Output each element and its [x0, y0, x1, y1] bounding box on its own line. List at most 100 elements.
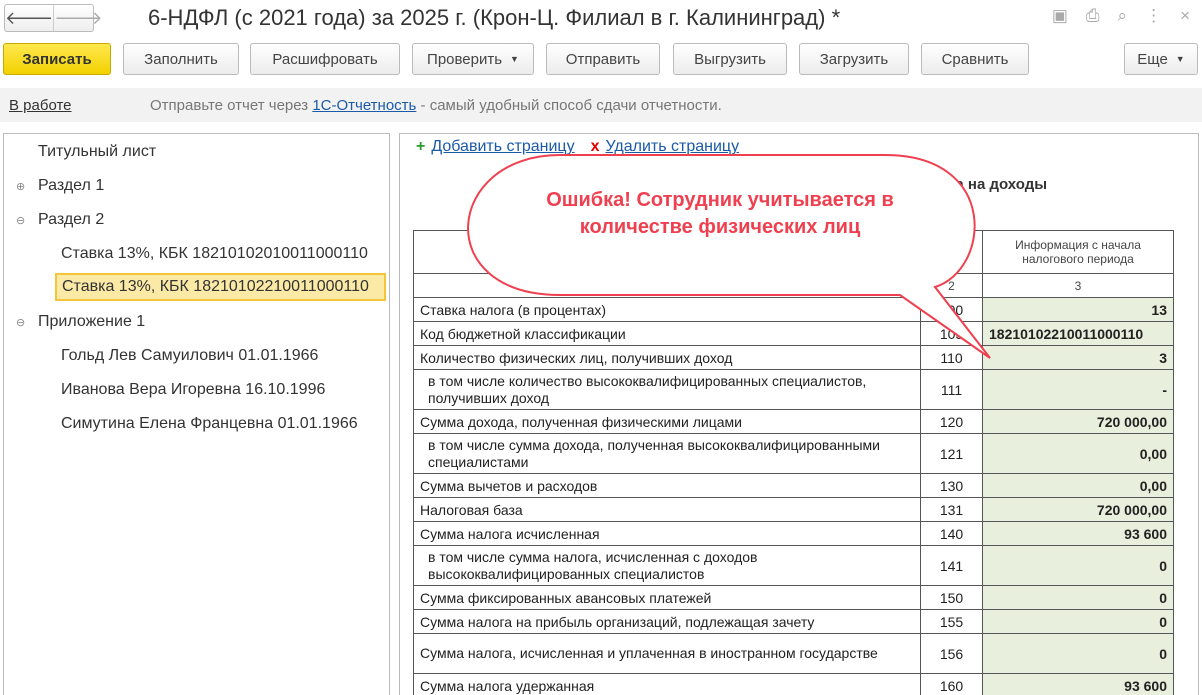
row-label: Ставка налога (в процентах): [413, 297, 921, 322]
row-value[interactable]: 93 600: [982, 673, 1174, 695]
close-icon[interactable]: ×: [1180, 6, 1190, 26]
tree-item-label: Ставка 13%, КБК 18210102210011000110: [62, 278, 369, 295]
dropdown-arrow-icon: ▼: [1175, 54, 1185, 64]
more-button[interactable]: Еще ▼: [1124, 43, 1198, 75]
column-numbers-row: 2 3: [413, 273, 1174, 298]
table-row: в том числе количество высококвалифициро…: [413, 369, 1174, 410]
page-links: + Добавить страницу x Удалить страницу: [416, 138, 739, 156]
row-code: 105: [920, 321, 983, 346]
tree-item[interactable]: Титульный лист: [4, 138, 389, 166]
row-value[interactable]: 720 000,00: [982, 497, 1174, 522]
row-code: 111: [920, 369, 983, 410]
row-value[interactable]: 13: [982, 297, 1174, 322]
tree-item[interactable]: ⊕ Раздел 1: [4, 172, 389, 200]
header-c3: Информация с начала налогового периода: [982, 230, 1174, 274]
row-code: 120: [920, 409, 983, 434]
row-code: 110: [920, 345, 983, 370]
table-row: Сумма налога на прибыль организаций, под…: [413, 609, 1174, 634]
msg-before: Отправьте отчет через: [150, 96, 309, 114]
forward-arrow-icon[interactable]: 🡒: [54, 5, 102, 31]
sections-tree: Титульный лист ⊕ Раздел 1 ⊖ Раздел 2 Ставка 1…: [3, 133, 390, 695]
row-label: Налоговая база: [413, 497, 921, 522]
msg-after: - самый удобный способ сдачи отчетности.: [420, 96, 722, 114]
delete-x-icon: x: [590, 138, 600, 155]
row-label: Сумма вычетов и расходов: [413, 473, 921, 498]
row-value[interactable]: 0,00: [982, 433, 1174, 474]
tree-item-label: Приложение 1: [38, 313, 146, 330]
row-code: 140: [920, 521, 983, 546]
table-row: Сумма вычетов и расходов 130 0,00: [413, 473, 1174, 498]
tree-item[interactable]: Ставка 13%, КБК 18210102010011000110: [4, 240, 389, 268]
table-row: Количество физических лиц, получивших до…: [413, 345, 1174, 370]
delete-page-link[interactable]: Удалить страницу: [605, 138, 739, 156]
table-row: Ставка налога (в процентах) 100 13: [413, 297, 1174, 322]
tree-item[interactable]: Гольд Лев Самуилович 01.01.1966: [4, 342, 389, 370]
tree-item[interactable]: ⊖ Приложение 1: [4, 308, 389, 336]
tree-item[interactable]: Симутина Елена Францевна 01.01.1966: [4, 410, 389, 438]
row-label: Количество физических лиц, получивших до…: [413, 345, 921, 370]
row-value[interactable]: 3: [982, 345, 1174, 370]
decode-button[interactable]: Расшифровать: [250, 43, 400, 75]
tree-item[interactable]: ⊖ Раздел 2: [4, 206, 389, 234]
row-value[interactable]: 18210102210011000110: [982, 321, 1174, 346]
section-heading: ога на доходы: [940, 176, 1048, 193]
row-value[interactable]: 93 600: [982, 521, 1174, 546]
table-row: Налоговая база 131 720 000,00: [413, 497, 1174, 522]
table-row: в том числе сумма налога, исчисленная с …: [413, 545, 1174, 586]
add-page-link[interactable]: Добавить страницу: [431, 138, 574, 156]
tree-item-label: Раздел 1: [38, 177, 105, 194]
check-button[interactable]: Проверить ▼: [412, 43, 534, 75]
export-button[interactable]: Выгрузить: [673, 43, 787, 75]
import-button[interactable]: Загрузить: [799, 43, 909, 75]
row-code: 130: [920, 473, 983, 498]
row-value[interactable]: 720 000,00: [982, 409, 1174, 434]
row-value[interactable]: 0,00: [982, 473, 1174, 498]
header-c2: [920, 230, 983, 274]
row-code: 156: [920, 633, 983, 674]
tree-item-label: Ставка 13%, КБК 18210102010011000110: [61, 245, 368, 262]
num-c3: 3: [982, 273, 1174, 298]
row-value[interactable]: 0: [982, 545, 1174, 586]
row-code: 141: [920, 545, 983, 586]
save-button[interactable]: Записать: [3, 43, 111, 75]
expand-icon[interactable]: ⊖: [16, 214, 25, 227]
back-arrow-icon[interactable]: 🡐: [5, 5, 55, 31]
tree-item[interactable]: Иванова Вера Игоревна 16.10.1996: [4, 376, 389, 404]
row-value[interactable]: 0: [982, 609, 1174, 634]
toolbar: Записать Заполнить Расшифровать Проверит…: [3, 43, 1202, 75]
row-value[interactable]: 0: [982, 585, 1174, 610]
save-icon[interactable]: ▣: [1052, 6, 1068, 26]
more-vertical-icon[interactable]: ⋮: [1145, 6, 1162, 26]
table-row: Сумма налога исчисленная 140 93 600: [413, 521, 1174, 546]
tree-item-label: Титульный лист: [38, 143, 157, 160]
num-c1: [413, 273, 921, 298]
tree-item-label: Раздел 2: [38, 211, 105, 228]
nav-buttons: 🡐 🡒: [4, 4, 103, 32]
1c-reporting-link[interactable]: 1С-Отчетность: [312, 97, 416, 114]
compare-button[interactable]: Сравнить: [921, 43, 1029, 75]
error-callout-text: Ошибка! Сотрудник учитывается в количест…: [546, 189, 894, 238]
status-link[interactable]: В работе: [9, 97, 150, 114]
preview-icon[interactable]: ⌕: [1118, 6, 1128, 26]
row-label: в том числе сумма налога, исчисленная с …: [413, 545, 921, 586]
expand-icon[interactable]: ⊖: [16, 316, 25, 329]
table-row: Сумма фиксированных авансовых платежей 15…: [413, 585, 1174, 610]
row-value[interactable]: -: [982, 369, 1174, 410]
tree-item[interactable]: Ставка 13%, КБК 18210102210011000110: [55, 273, 386, 301]
row-value[interactable]: 0: [982, 633, 1174, 674]
plus-icon: +: [416, 138, 426, 155]
window-title: 6-НДФЛ (с 2021 года) за 2025 г. (Крон-Ц.…: [148, 5, 841, 30]
report-table: Информация с начала налогового периода 2…: [413, 230, 1174, 695]
fill-button[interactable]: Заполнить: [123, 43, 239, 75]
row-label: Сумма налога на прибыль организаций, под…: [413, 609, 921, 634]
row-label: в том числе сумма дохода, полученная выс…: [413, 433, 921, 474]
expand-icon[interactable]: ⊕: [16, 180, 25, 193]
send-button[interactable]: Отправить: [546, 43, 660, 75]
row-code: 121: [920, 433, 983, 474]
table-row: Сумма налога, исчисленная и уплаченная в…: [413, 633, 1174, 674]
print-icon[interactable]: ⎙: [1086, 6, 1100, 26]
title-icons: ▣ ⎙ ⌕ ⋮ ×: [1052, 6, 1190, 26]
row-code: 100: [920, 297, 983, 322]
table-row: Сумма налога удержанная 160 93 600: [413, 673, 1174, 695]
tree-item-label: Гольд Лев Самуилович 01.01.1966: [61, 347, 319, 364]
